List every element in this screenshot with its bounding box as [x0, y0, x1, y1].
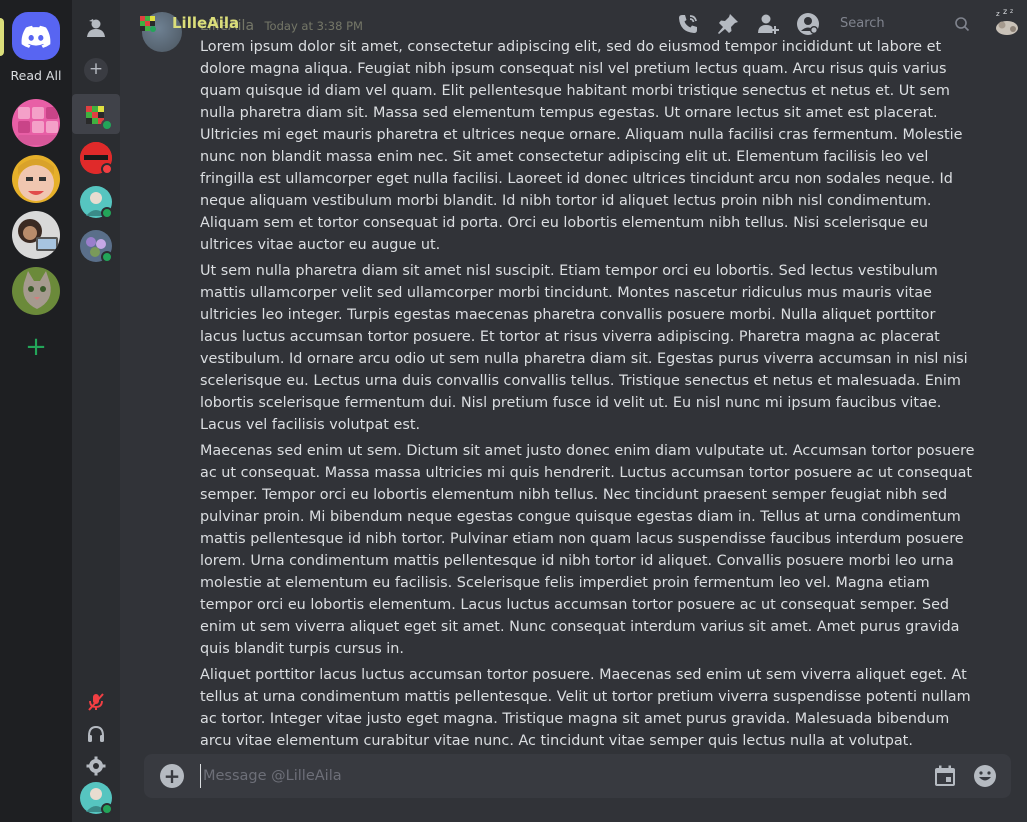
dm-avatar-flowers[interactable] — [80, 230, 113, 263]
selected-indicator — [0, 18, 4, 56]
message-body: Lorem ipsum dolor sit amet, consectetur … — [200, 36, 976, 800]
home-button[interactable] — [12, 12, 60, 60]
dm-avatar-teal[interactable] — [80, 186, 113, 219]
dnd-status-icon — [101, 163, 113, 175]
sleep-zz-icon[interactable]: z z z — [994, 8, 1020, 36]
online-status-icon — [101, 803, 113, 815]
settings-gear-icon[interactable] — [86, 756, 106, 776]
server-icon-monkey[interactable] — [12, 211, 60, 259]
chat-area: LilleAila Today at 3:38 PM Lorem ipsum d… — [120, 0, 1027, 822]
online-status-icon — [101, 251, 113, 263]
pin-icon[interactable] — [716, 12, 740, 36]
message-paragraph: Lorem ipsum dolor sit amet, consectetur … — [200, 39, 963, 253]
headphones-icon[interactable] — [86, 724, 106, 744]
svg-text:z: z — [1003, 8, 1007, 16]
top-bar: LilleAila Search — [120, 0, 1027, 48]
dm-username[interactable]: LilleAila — [172, 14, 239, 32]
message-composer: + — [144, 754, 1011, 798]
friends-icon[interactable] — [84, 16, 108, 40]
message-input[interactable] — [200, 764, 900, 788]
server-icon-cat[interactable] — [12, 267, 60, 315]
dm-avatar-lilleaila[interactable] — [80, 98, 113, 131]
search-placeholder: Search — [840, 16, 885, 31]
dm-avatar-red[interactable] — [80, 142, 113, 175]
search-icon — [955, 17, 970, 32]
read-all-button[interactable]: Read All — [0, 68, 72, 83]
profile-icon[interactable] — [796, 12, 820, 36]
calendar-icon[interactable] — [933, 764, 957, 788]
user-avatar[interactable] — [80, 782, 113, 815]
search-input[interactable]: Search — [832, 12, 976, 36]
add-friend-icon[interactable] — [756, 12, 780, 36]
server-icon-keyboard[interactable] — [12, 99, 60, 147]
dm-column: + — [72, 0, 120, 822]
new-dm-button[interactable]: + — [84, 58, 108, 82]
mic-muted-icon[interactable] — [86, 692, 106, 712]
emoji-icon[interactable] — [973, 764, 997, 788]
attach-plus-button[interactable]: + — [160, 764, 184, 788]
online-status-icon — [101, 119, 113, 131]
message-paragraph: Maecenas sed enim ut sem. Dictum sit ame… — [200, 443, 975, 657]
plus-icon: + — [25, 332, 47, 362]
online-status-icon — [101, 207, 113, 219]
phone-call-icon[interactable] — [676, 12, 700, 36]
server-icon-face[interactable] — [12, 155, 60, 203]
svg-text:z: z — [1010, 8, 1013, 15]
header-avatar — [140, 16, 156, 32]
message-paragraph: Ut sem nulla pharetra diam sit amet nisl… — [200, 263, 968, 433]
add-server-button[interactable]: + — [24, 332, 48, 362]
discord-logo-icon — [21, 25, 51, 48]
server-rail: Read All + — [0, 0, 72, 822]
svg-text:z: z — [996, 10, 1000, 18]
